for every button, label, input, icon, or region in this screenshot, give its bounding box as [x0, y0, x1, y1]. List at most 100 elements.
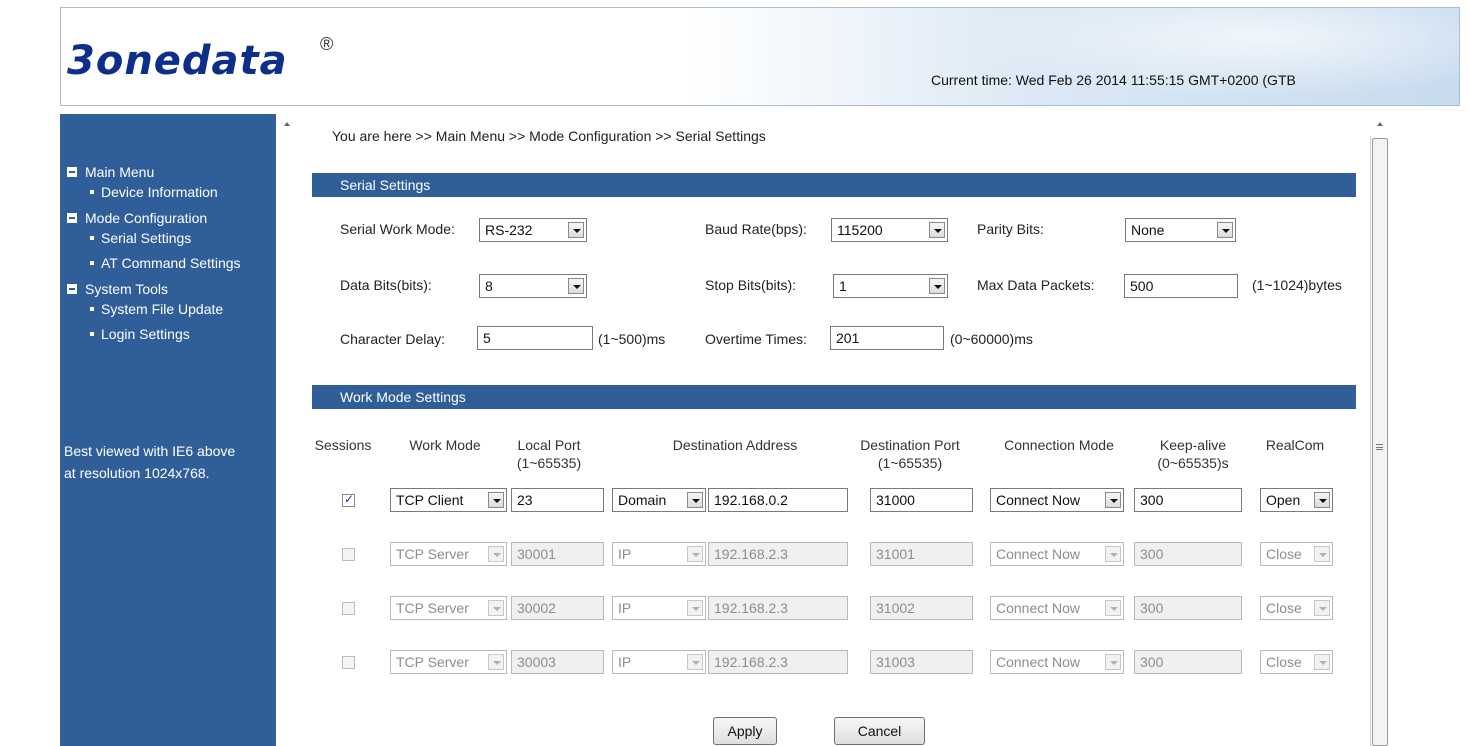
max-data-packets-input[interactable]: 500	[1124, 274, 1238, 298]
chevron-down-icon[interactable]	[488, 600, 504, 616]
stop-bits-select[interactable]: 1	[833, 274, 948, 298]
local-port-input[interactable]: 30001	[511, 542, 604, 566]
keepalive-input[interactable]: 300	[1134, 650, 1242, 674]
chevron-down-icon[interactable]	[1314, 492, 1330, 508]
keepalive-input[interactable]: 300	[1134, 488, 1242, 512]
column-header-realcom: RealCom	[1265, 437, 1325, 453]
destination-address-input[interactable]: 192.168.2.3	[708, 542, 848, 566]
keepalive-input[interactable]: 300	[1134, 596, 1242, 620]
chevron-down-icon[interactable]	[687, 600, 703, 616]
select-value: IP	[618, 600, 632, 616]
column-header-range: (0~65535)s	[1157, 455, 1229, 471]
sidebar-item-serial-settings[interactable]: Serial Settings	[90, 228, 276, 248]
apply-button[interactable]: Apply	[713, 717, 777, 745]
work-mode-select[interactable]: TCP Server	[390, 650, 507, 674]
destination-address-input[interactable]: 192.168.2.3	[708, 596, 848, 620]
character-delay-label: Character Delay:	[340, 331, 446, 347]
scrollbar-thumb[interactable]	[1372, 138, 1388, 746]
chevron-down-icon[interactable]	[687, 546, 703, 562]
local-port-input[interactable]: 30003	[511, 650, 604, 674]
serial-work-mode-select[interactable]: RS-232	[479, 218, 587, 242]
sidebar-group-main-menu[interactable]: Main Menu	[67, 162, 276, 182]
chevron-down-icon[interactable]	[568, 278, 584, 294]
session-checkbox[interactable]	[342, 602, 355, 615]
destination-address-input[interactable]: 192.168.0.2	[708, 488, 848, 512]
local-port-input[interactable]: 30002	[511, 596, 604, 620]
sidebar-item-login-settings[interactable]: Login Settings	[90, 324, 276, 344]
chevron-down-icon[interactable]	[1105, 654, 1121, 670]
column-header-text: Local Port	[517, 437, 581, 453]
sidebar-item-at-command-settings[interactable]: AT Command Settings	[90, 253, 276, 273]
sidebar-group-mode-configuration[interactable]: Mode Configuration	[67, 208, 276, 228]
address-type-select[interactable]: IP	[612, 650, 706, 674]
destination-port-input[interactable]: 31003	[870, 650, 973, 674]
chevron-down-icon[interactable]	[568, 222, 584, 238]
column-header-range: (1~65535)	[516, 455, 582, 471]
baud-rate-select[interactable]: 115200	[831, 218, 948, 242]
connection-mode-select[interactable]: Connect Now	[990, 650, 1124, 674]
session-checkbox[interactable]	[342, 656, 355, 669]
realcom-select[interactable]: Close	[1260, 650, 1333, 674]
connection-mode-select[interactable]: Connect Now	[990, 542, 1124, 566]
work-mode-select[interactable]: TCP Server	[390, 542, 507, 566]
cancel-button[interactable]: Cancel	[834, 717, 925, 745]
keepalive-input[interactable]: 300	[1134, 542, 1242, 566]
chevron-down-icon[interactable]	[488, 546, 504, 562]
overtime-times-input[interactable]: 201	[830, 326, 944, 350]
character-delay-input[interactable]: 5	[477, 326, 593, 350]
select-value: Close	[1266, 546, 1302, 562]
bullet-icon	[90, 236, 94, 240]
destination-address-input[interactable]: 192.168.2.3	[708, 650, 848, 674]
chevron-down-icon[interactable]	[1314, 654, 1330, 670]
select-value: Connect Now	[996, 546, 1081, 562]
chevron-down-icon[interactable]	[1105, 600, 1121, 616]
realcom-select[interactable]: Close	[1260, 542, 1333, 566]
chevron-down-icon[interactable]	[1314, 546, 1330, 562]
destination-port-input[interactable]: 31002	[870, 596, 973, 620]
sidebar-item-label: Device Information	[101, 184, 218, 200]
chevron-down-icon[interactable]	[488, 492, 504, 508]
work-mode-select[interactable]: TCP Client	[390, 488, 507, 512]
select-value: TCP Server	[396, 546, 469, 562]
select-value: 115200	[837, 222, 883, 238]
work-mode-select[interactable]: TCP Server	[390, 596, 507, 620]
sidebar-item-device-information[interactable]: Device Information	[90, 182, 276, 202]
session-checkbox[interactable]	[342, 548, 355, 561]
parity-bits-select[interactable]: None	[1125, 218, 1236, 242]
parity-bits-label: Parity Bits:	[977, 221, 1044, 237]
address-type-select[interactable]: IP	[612, 542, 706, 566]
realcom-select[interactable]: Open	[1260, 488, 1333, 512]
scroll-up-icon[interactable]	[284, 122, 290, 126]
chevron-down-icon[interactable]	[1105, 492, 1121, 508]
chevron-down-icon[interactable]	[1217, 222, 1233, 238]
sidebar-group-label: Main Menu	[85, 164, 155, 180]
chevron-down-icon[interactable]	[687, 654, 703, 670]
sidebar-item-system-file-update[interactable]: System File Update	[90, 299, 276, 319]
destination-port-input[interactable]: 31000	[870, 488, 973, 512]
local-port-input[interactable]: 23	[511, 488, 604, 512]
connection-mode-select[interactable]: Connect Now	[990, 596, 1124, 620]
page-header: 3onedata ® Current time: Wed Feb 26 2014…	[60, 7, 1460, 106]
registered-mark: ®	[320, 34, 334, 54]
sidebar-group-system-tools[interactable]: System Tools	[67, 279, 276, 299]
sidebar-scrollbar[interactable]	[276, 114, 298, 746]
column-header-work-mode: Work Mode	[409, 437, 481, 453]
address-type-select[interactable]: IP	[612, 596, 706, 620]
chevron-down-icon[interactable]	[929, 222, 945, 238]
select-value: Domain	[618, 492, 667, 508]
browser-note-line: at resolution 1024x768.	[64, 465, 210, 481]
data-bits-select[interactable]: 8	[479, 274, 587, 298]
max-data-packets-range: (1~1024)bytes	[1252, 277, 1342, 293]
main-scrollbar[interactable]	[1370, 114, 1390, 746]
scroll-up-icon[interactable]	[1377, 122, 1383, 126]
connection-mode-select[interactable]: Connect Now	[990, 488, 1124, 512]
destination-port-input[interactable]: 31001	[870, 542, 973, 566]
address-type-select[interactable]: Domain	[612, 488, 706, 512]
chevron-down-icon[interactable]	[488, 654, 504, 670]
chevron-down-icon[interactable]	[1105, 546, 1121, 562]
realcom-select[interactable]: Close	[1260, 596, 1333, 620]
chevron-down-icon[interactable]	[687, 492, 703, 508]
chevron-down-icon[interactable]	[929, 278, 945, 294]
session-checkbox[interactable]	[342, 492, 355, 507]
chevron-down-icon[interactable]	[1314, 600, 1330, 616]
